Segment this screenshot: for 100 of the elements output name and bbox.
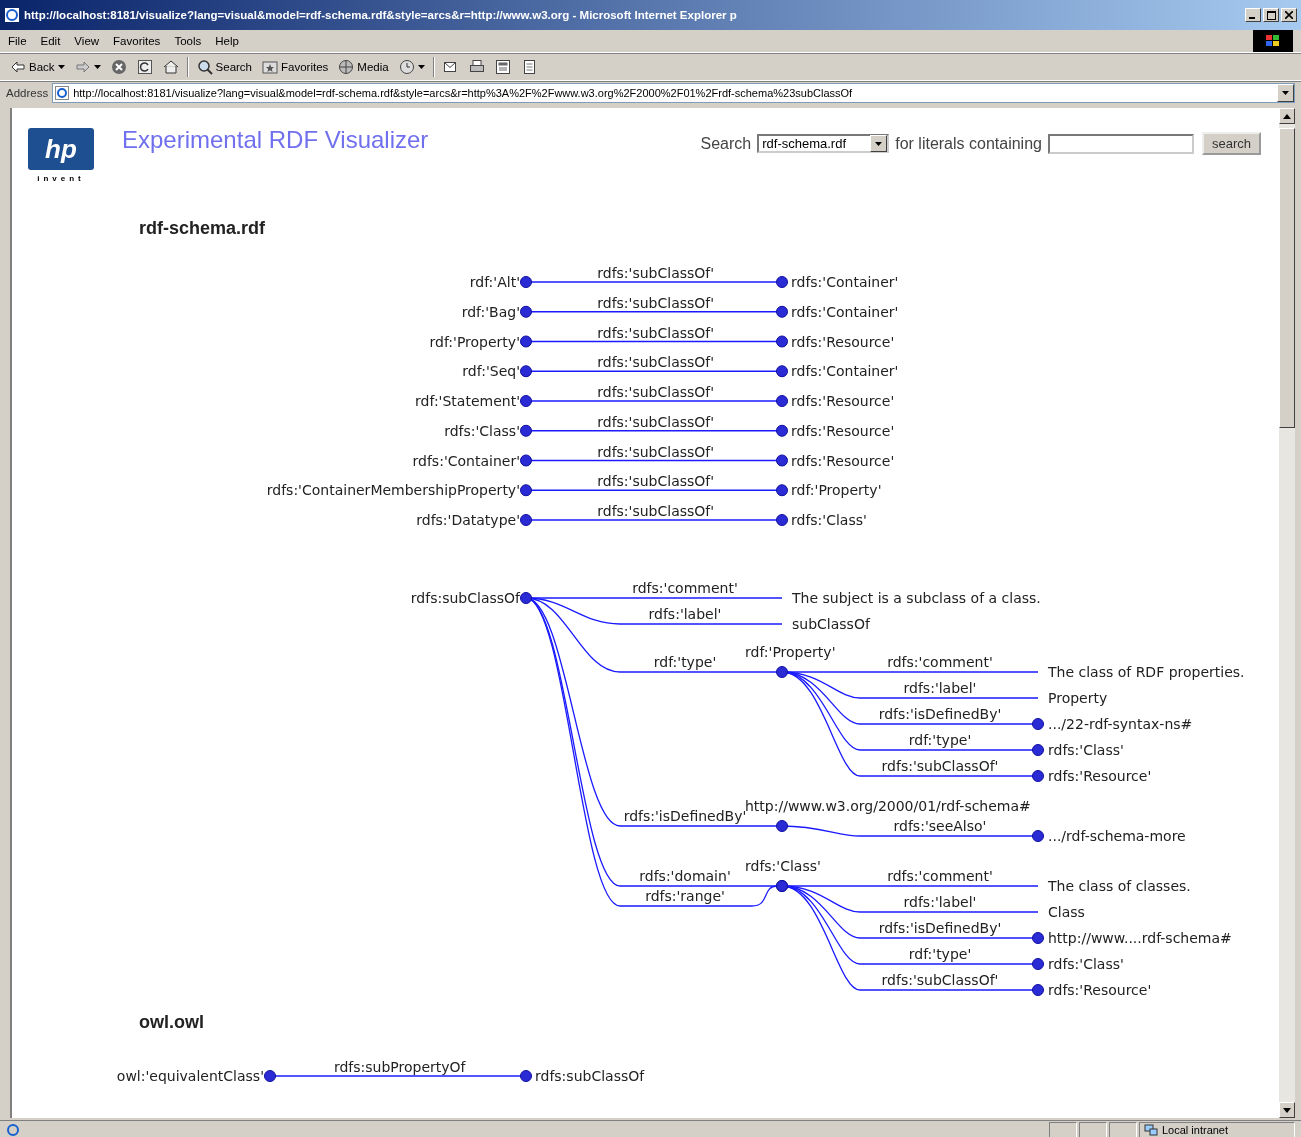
node-dot bbox=[776, 424, 788, 437]
scrollbar[interactable] bbox=[1279, 108, 1295, 1118]
menu-item[interactable]: Edit bbox=[40, 35, 61, 47]
dropdown-button[interactable] bbox=[1277, 84, 1294, 102]
predicate-label: rdfs:'seeAlso' bbox=[893, 818, 987, 834]
predicate-label: rdfs:'label' bbox=[903, 680, 977, 696]
subject-label: rdfs:'ContainerMembershipProperty' bbox=[266, 482, 520, 499]
subject-label: rdfs:'Class' bbox=[444, 422, 520, 439]
literal-text: Class bbox=[1048, 904, 1085, 920]
subject-label: rdf:'Property' bbox=[429, 333, 520, 350]
toolbar-button[interactable]: Back bbox=[8, 59, 67, 75]
globe-icon bbox=[338, 59, 355, 75]
predicate-label: rdfs:'isDefinedBy' bbox=[878, 920, 1002, 936]
predicate-label: rdfs:'isDefinedBy' bbox=[878, 706, 1002, 722]
subject-label: rdf:'Statement' bbox=[415, 393, 520, 409]
literal-text: The class of RDF properties. bbox=[1048, 664, 1245, 680]
node-dot bbox=[520, 454, 532, 467]
object-label: rdfs:'Class' bbox=[791, 512, 867, 528]
minimize-button[interactable] bbox=[1245, 8, 1261, 22]
toolbar-button[interactable]: Search bbox=[194, 59, 254, 75]
subject-label: rdf:'Bag' bbox=[461, 303, 520, 320]
object-label: rdfs:'Container' bbox=[791, 303, 899, 320]
caret-icon bbox=[417, 65, 425, 69]
predicate-label: rdfs:'subClassOf' bbox=[597, 294, 715, 311]
object-label: rdfs:'Class' bbox=[1048, 956, 1124, 972]
predicate-label: rdfs:'subClassOf' bbox=[597, 354, 715, 371]
left-arrow-icon bbox=[10, 59, 26, 75]
literal-input-field[interactable] bbox=[1047, 133, 1194, 154]
subject-label: rdfs:subClassOf bbox=[410, 590, 520, 606]
close-icon bbox=[1285, 11, 1293, 19]
star-folder-icon bbox=[262, 59, 278, 75]
node-dot bbox=[520, 514, 532, 526]
search-icon bbox=[196, 59, 213, 75]
menu-item[interactable]: File bbox=[8, 35, 27, 47]
predicate-label: rdfs:'subClassOf' bbox=[597, 503, 715, 519]
literal-text: The subject is a subclass of a class. bbox=[792, 590, 1041, 606]
section-title: owl.owl bbox=[139, 1012, 204, 1032]
object-label: rdfs:'Resource' bbox=[791, 393, 895, 409]
maximize-icon bbox=[1266, 10, 1276, 20]
predicate-label: rdfs:subPropertyOf bbox=[333, 1059, 466, 1075]
object-label: rdfs:'Container' bbox=[791, 363, 899, 380]
model-select[interactable]: rdf-schema.rdf bbox=[757, 134, 890, 153]
subject-label: rdf:'Alt' bbox=[469, 274, 520, 290]
close-button[interactable] bbox=[1281, 8, 1297, 22]
menu-item[interactable]: View bbox=[74, 35, 100, 47]
predicate-label: rdfs:'subClassOf' bbox=[597, 443, 715, 460]
object-label: rdfs:'Resource' bbox=[1048, 768, 1152, 784]
node-dot bbox=[1032, 718, 1044, 730]
subject-label: rdfs:'Datatype' bbox=[416, 512, 520, 528]
object-label: .../22-rdf-syntax-ns# bbox=[1048, 716, 1193, 732]
node-dot bbox=[776, 484, 788, 497]
browser-icon bbox=[4, 7, 20, 23]
object-label: http://www....rdf-schema# bbox=[1048, 930, 1232, 946]
predicate-label: rdf:'type' bbox=[908, 732, 972, 748]
up-arrow-icon bbox=[1283, 113, 1291, 119]
predicate-label: rdfs:'subClassOf' bbox=[881, 972, 999, 988]
printer-icon bbox=[468, 59, 485, 75]
node-dot bbox=[776, 395, 788, 407]
refresh-icon bbox=[136, 59, 153, 75]
object-label: rdfs:'Resource' bbox=[791, 333, 895, 350]
menu-item[interactable]: Favorites bbox=[113, 35, 161, 47]
search-label: Search bbox=[700, 134, 752, 153]
right-arrow-icon bbox=[74, 59, 91, 75]
node-dot bbox=[776, 666, 788, 678]
address-field[interactable]: http://localhost:8181/visualize?lang=visual&model=rdf-schema.rdf&style=arcs&r=http%3A%2F%2Fwww.w3.org%2F2000%2F01%2Frdf-schema%23subClassOf bbox=[52, 83, 1295, 103]
menu-item[interactable]: Tools bbox=[174, 35, 202, 47]
stop-icon bbox=[110, 59, 127, 75]
object-label: rdf:'Property' bbox=[791, 482, 882, 499]
maximize-button[interactable] bbox=[1263, 8, 1279, 22]
node-dot bbox=[520, 592, 532, 604]
node-dot bbox=[776, 365, 788, 378]
search-button[interactable]: search bbox=[1201, 132, 1261, 155]
predicate-label: rdfs:'comment' bbox=[632, 580, 738, 596]
node-dot bbox=[776, 305, 788, 318]
subject-label: rdf:'Seq' bbox=[462, 363, 520, 380]
windows-logo-icon bbox=[1253, 30, 1293, 52]
toolbar-button[interactable]: Media bbox=[336, 59, 391, 75]
literal-text: Property bbox=[1048, 690, 1108, 706]
predicate-label: rdfs:'comment' bbox=[887, 868, 993, 884]
predicate-label: rdfs:'subClassOf' bbox=[881, 758, 999, 774]
address-label: Address bbox=[6, 87, 49, 99]
node-dot bbox=[1032, 744, 1044, 756]
node-dot bbox=[520, 365, 532, 378]
document-icon bbox=[494, 59, 511, 75]
menu-item[interactable]: Help bbox=[215, 35, 239, 47]
node-label: rdfs:'Class' bbox=[745, 858, 821, 874]
node-dot bbox=[776, 335, 788, 348]
predicate-label: rdfs:'domain' bbox=[639, 868, 731, 884]
subject-label: owl:'equivalentClass' bbox=[116, 1068, 264, 1084]
intranet-icon bbox=[1144, 1123, 1158, 1136]
node-label: rdf:'Property' bbox=[745, 644, 836, 660]
search-label: for literals containing bbox=[895, 134, 1042, 153]
node-dot bbox=[1032, 932, 1044, 944]
literal-text: subClassOf bbox=[792, 616, 870, 632]
toolbar-button[interactable]: Favorites bbox=[260, 59, 331, 75]
node-dot bbox=[1032, 958, 1044, 970]
status-zone: Local intranet bbox=[1162, 1123, 1229, 1136]
node-dot bbox=[776, 454, 788, 467]
node-dot bbox=[520, 1070, 532, 1082]
object-label: rdfs:'Class' bbox=[1048, 742, 1124, 758]
